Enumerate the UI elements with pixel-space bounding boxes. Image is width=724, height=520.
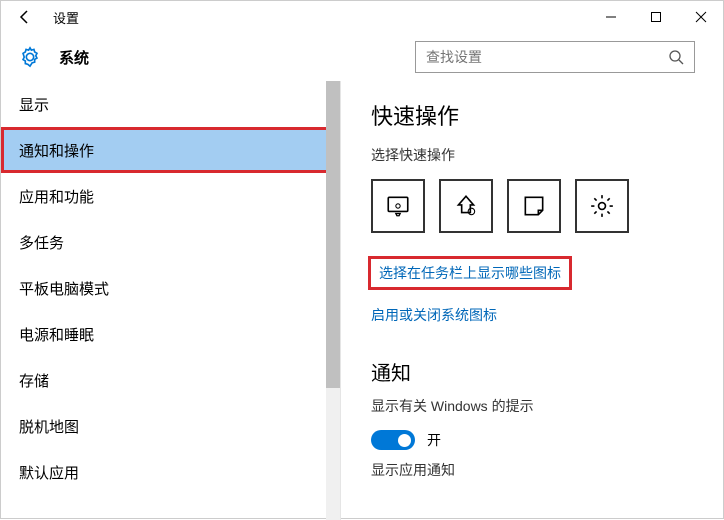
- sidebar-item-2[interactable]: 应用和功能: [1, 173, 340, 219]
- category-title: 系统: [59, 47, 89, 68]
- tablet-mode-tile[interactable]: [371, 179, 425, 233]
- search-box[interactable]: [415, 41, 695, 73]
- maximize-button[interactable]: [633, 1, 678, 33]
- tips-toggle-state: 开: [427, 430, 441, 450]
- sidebar-item-7[interactable]: 脱机地图: [1, 403, 340, 449]
- sidebar-item-3[interactable]: 多任务: [1, 219, 340, 265]
- quick-actions-row: [371, 179, 693, 233]
- sidebar-item-5[interactable]: 电源和睡眠: [1, 311, 340, 357]
- quick-actions-sublabel: 选择快速操作: [371, 145, 693, 165]
- sidebar-item-1[interactable]: 通知和操作: [1, 127, 340, 173]
- sidebar-scrollbar[interactable]: [326, 81, 340, 520]
- title-bar: 设置: [1, 1, 723, 33]
- notifications-heading: 通知: [371, 357, 693, 386]
- window-title: 设置: [53, 8, 79, 27]
- tips-label: 显示有关 Windows 的提示: [371, 396, 693, 416]
- search-input[interactable]: [426, 49, 668, 65]
- quick-actions-heading: 快速操作: [371, 99, 693, 131]
- back-button[interactable]: [13, 9, 37, 25]
- search-icon: [668, 49, 684, 65]
- link-system-icons[interactable]: 启用或关闭系统图标: [371, 305, 497, 325]
- minimize-button[interactable]: [588, 1, 633, 33]
- settings-gear-icon: [19, 46, 41, 68]
- app-notifications-label: 显示应用通知: [371, 460, 693, 480]
- sidebar-item-4[interactable]: 平板电脑模式: [1, 265, 340, 311]
- header: 系统: [1, 33, 723, 81]
- note-tile[interactable]: [507, 179, 561, 233]
- link-taskbar-icons[interactable]: 选择在任务栏上显示哪些图标: [371, 259, 569, 287]
- settings-tile[interactable]: [575, 179, 629, 233]
- sidebar-item-8[interactable]: 默认应用: [1, 449, 340, 495]
- sidebar: 显示通知和操作应用和功能多任务平板电脑模式电源和睡眠存储脱机地图默认应用: [1, 81, 341, 520]
- connect-tile[interactable]: [439, 179, 493, 233]
- window-controls: [588, 1, 723, 33]
- tips-toggle[interactable]: [371, 430, 415, 450]
- main-panel: 快速操作 选择快速操作 选择在任务栏上显示哪些图标 启用或关闭系统图标 通知 显…: [341, 81, 723, 520]
- sidebar-item-0[interactable]: 显示: [1, 81, 340, 127]
- close-button[interactable]: [678, 1, 723, 33]
- sidebar-item-6[interactable]: 存储: [1, 357, 340, 403]
